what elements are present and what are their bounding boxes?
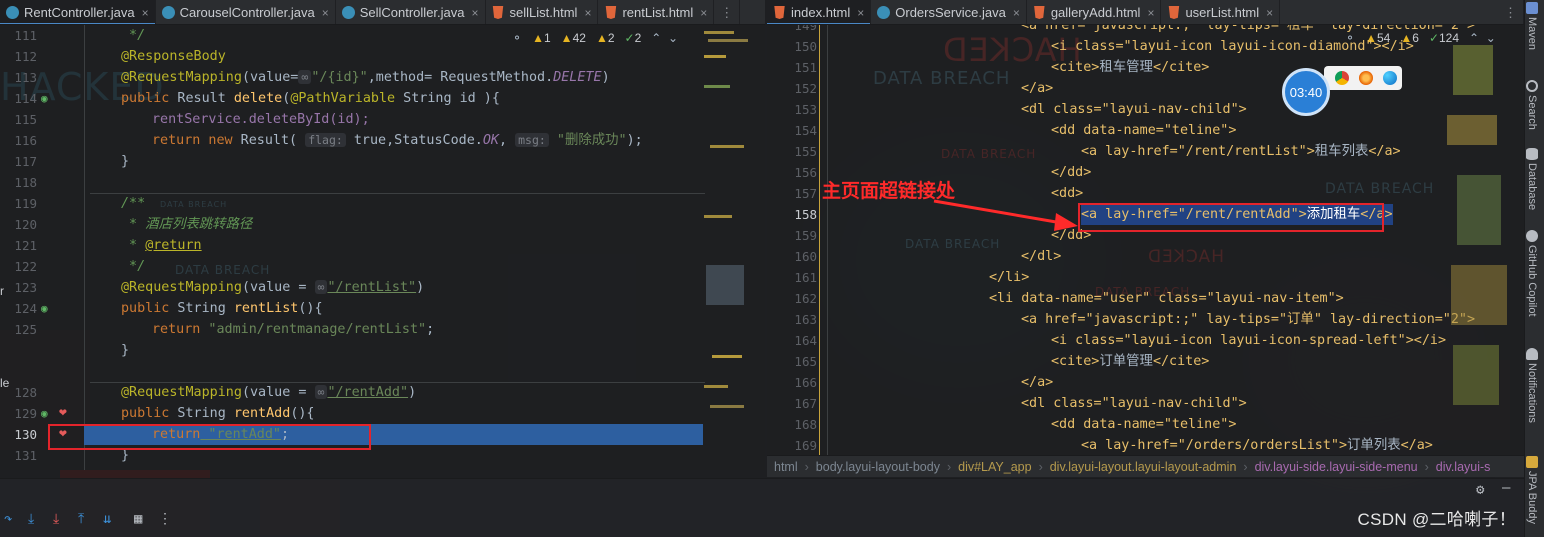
- clock-widget: 03:40: [1282, 68, 1330, 116]
- breadcrumb-item[interactable]: html: [767, 460, 805, 474]
- close-icon[interactable]: ×: [1013, 6, 1020, 20]
- tab-userlist[interactable]: userList.html ×: [1161, 0, 1281, 24]
- breadcrumb-item[interactable]: body.layui-layout-body: [809, 460, 947, 474]
- close-icon[interactable]: ×: [322, 6, 329, 20]
- java-file-icon: [341, 6, 355, 19]
- breadcrumb-item[interactable]: div.layui-side.layui-side-menu: [1248, 460, 1425, 474]
- highlight-box-rentadd-link: [1078, 203, 1384, 232]
- settings-gear-icon[interactable]: ⚙: [1476, 482, 1484, 498]
- close-icon[interactable]: ×: [700, 6, 707, 20]
- close-icon[interactable]: ×: [1147, 6, 1154, 20]
- tool-window-maven[interactable]: Maven: [1526, 2, 1538, 50]
- firefox-icon[interactable]: [1359, 71, 1373, 85]
- tab-ordersservice[interactable]: OrdersService.java ×: [871, 0, 1027, 24]
- step-over-icon[interactable]: ↷: [4, 511, 12, 527]
- tool-window-copilot[interactable]: GitHub Copilot: [1526, 230, 1538, 317]
- search-icon: [1526, 80, 1538, 92]
- html-file-icon: [492, 6, 504, 19]
- link-icon: ∞: [298, 70, 312, 84]
- right-tab-bar: index.html × OrdersService.java × galleryA…: [767, 0, 1524, 25]
- right-minimap[interactable]: [1443, 25, 1521, 455]
- html-file-icon: [774, 6, 785, 19]
- tool-window-jpa-buddy[interactable]: JPA Buddy: [1526, 456, 1538, 524]
- java-file-icon: [877, 6, 891, 19]
- close-icon[interactable]: ×: [584, 6, 591, 20]
- run-to-cursor-icon[interactable]: ⇊: [103, 511, 111, 527]
- close-icon[interactable]: ×: [472, 6, 479, 20]
- breadcrumb-item[interactable]: div.layui-layout.layui-layout-admin: [1043, 460, 1244, 474]
- tab-selllist[interactable]: sellList.html ×: [486, 0, 599, 24]
- close-icon[interactable]: ×: [857, 6, 864, 20]
- step-out-icon[interactable]: ⤒: [78, 511, 84, 527]
- java-file-icon: [6, 6, 19, 19]
- force-step-into-icon[interactable]: ⤓: [53, 511, 59, 527]
- tool-window-notifications[interactable]: Notifications: [1526, 348, 1538, 423]
- left-tab-bar: RentController.java × CarouselController.…: [0, 0, 765, 25]
- breadcrumb-item[interactable]: div#LAY_app: [951, 460, 1038, 474]
- close-icon[interactable]: ×: [142, 6, 149, 20]
- maven-icon: [1526, 2, 1538, 14]
- tab-rentcontroller[interactable]: RentController.java ×: [0, 0, 156, 24]
- breadcrumb-item[interactable]: div.layui-s: [1429, 460, 1498, 474]
- run-gutter-icon[interactable]: ◉: [41, 303, 48, 314]
- tool-window-database[interactable]: Database: [1526, 148, 1538, 210]
- tool-window-search[interactable]: Search: [1526, 80, 1538, 130]
- right-editor[interactable]: HACKED DATA BREACH DATA BREACH DATA BREA…: [767, 25, 1524, 455]
- left-edge-label: r: [0, 284, 4, 298]
- link-icon: ∞: [314, 385, 328, 399]
- tab-sellcontroller[interactable]: SellController.java ×: [336, 0, 486, 24]
- html-file-icon: [605, 6, 617, 19]
- database-icon: [1526, 148, 1538, 160]
- close-icon[interactable]: ×: [1266, 6, 1273, 20]
- browser-preview-bar: [1324, 66, 1402, 90]
- highlight-box-return: [48, 424, 371, 450]
- jpa-buddy-icon: [1526, 456, 1538, 468]
- right-tool-strip: Maven Search Database GitHub Copilot Not…: [1524, 0, 1544, 537]
- step-into-icon[interactable]: ⤓: [28, 511, 34, 527]
- debug-toolbar: ↷ ⤓ ⤓ ⤒ ⇊ ▦ ⋮ ⚙ —: [0, 478, 1524, 537]
- more-options-icon[interactable]: ⋮: [158, 511, 172, 527]
- left-editor[interactable]: HACKED DATA BREACH DATA BREACH ⚬ ▲1 ▲42 …: [0, 25, 765, 470]
- run-gutter-icon[interactable]: ◉: [41, 408, 48, 419]
- copilot-icon: [1526, 230, 1538, 242]
- html-file-icon: [1034, 6, 1045, 19]
- tab-carouselcontroller[interactable]: CarouselController.java ×: [156, 0, 336, 24]
- more-tabs-icon[interactable]: ⋮: [714, 0, 741, 24]
- left-edge-label: le: [0, 376, 10, 390]
- bell-icon: [1526, 348, 1538, 360]
- left-minimap[interactable]: [704, 25, 762, 470]
- edge-icon[interactable]: [1383, 71, 1397, 85]
- link-icon: ∞: [314, 280, 328, 294]
- breadcrumb: html › body.layui-layout-body › div#LAY_ap…: [767, 455, 1524, 477]
- csdn-watermark: CSDN @二哈喇子！: [1357, 510, 1516, 529]
- evaluate-icon[interactable]: ▦: [134, 511, 142, 527]
- chrome-icon[interactable]: [1335, 71, 1349, 85]
- tab-index[interactable]: index.html ×: [767, 0, 872, 24]
- java-file-icon: [161, 6, 175, 19]
- minimize-icon[interactable]: —: [1502, 480, 1510, 496]
- breakpoint-icon[interactable]: ❤: [59, 406, 67, 419]
- html-file-icon: [1168, 6, 1180, 19]
- tab-galleryadd[interactable]: galleryAdd.html ×: [1027, 0, 1162, 24]
- more-tabs-icon[interactable]: ⋮: [1498, 0, 1524, 24]
- annotation-arrow: [933, 199, 1078, 231]
- run-gutter-icon[interactable]: ◉: [41, 93, 48, 104]
- tab-rentlist[interactable]: rentList.html ×: [598, 0, 715, 24]
